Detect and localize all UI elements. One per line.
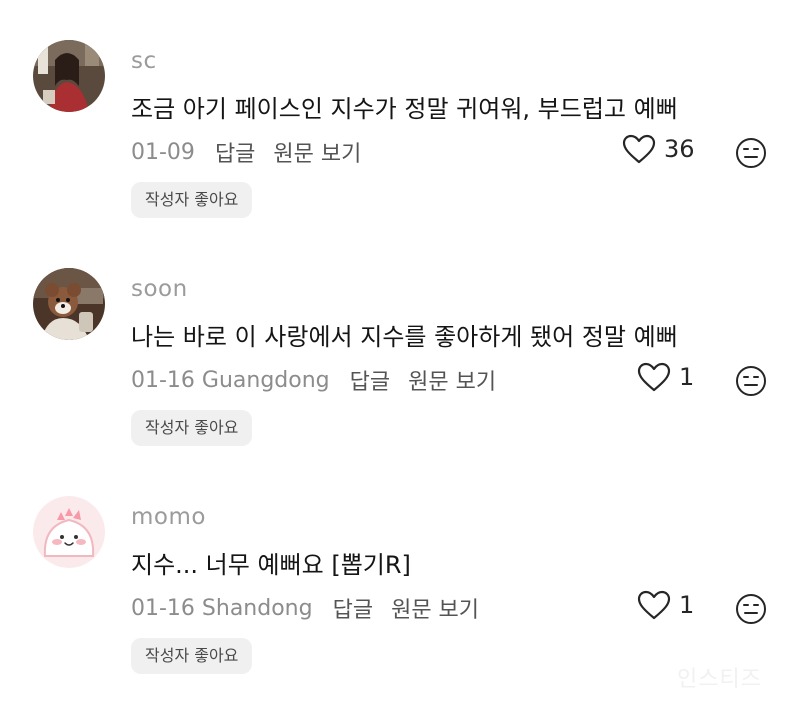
reply-button[interactable]: 답글 [333,592,373,624]
like-button[interactable]: 1 [637,362,694,392]
comment-date: 01-16 Guangdong [131,367,330,393]
reply-button[interactable]: 답글 [215,136,255,168]
watermark: 인스티즈 [677,667,762,692]
author-liked-badge: 작성자 좋아요 [131,638,253,674]
like-count: 1 [679,591,695,619]
comment-meta: 01-16 Guangdong 답글 원문 보기 [131,364,514,396]
comment-meta: 01-16 Shandong 답글 원문 보기 [131,592,497,624]
username[interactable]: momo [131,504,206,530]
username[interactable]: sc [131,48,157,74]
dislike-button[interactable] [735,365,767,397]
comment-item: soon 나는 바로 이 사랑에서 지수를 좋아하게 됐어 정말 예뻐 01-1… [0,228,800,446]
comment-date: 01-16 Shandong [131,595,313,621]
dislike-button[interactable] [735,593,767,625]
like-button[interactable]: 1 [637,590,694,620]
avatar[interactable] [33,40,105,112]
avatar-photo-puppy [33,268,105,340]
reply-button[interactable]: 답글 [350,364,390,396]
comment-text: 지수... 너무 예뻐요 [뽑기R] [131,551,411,579]
view-original-button[interactable]: 원문 보기 [391,592,479,624]
dislike-button[interactable] [735,137,767,169]
like-count: 36 [664,135,695,163]
author-liked-badge: 작성자 좋아요 [131,410,253,446]
comment-meta: 01-09 답글 원문 보기 [131,136,379,168]
comment-text: 나는 바로 이 사랑에서 지수를 좋아하게 됐어 정말 예뻐 [131,323,678,351]
comment-item: sc 조금 아기 페이스인 지수가 정말 귀여워, 부드럽고 예뻐 01-09 … [0,0,800,218]
like-button[interactable]: 36 [622,134,695,164]
meh-face-icon [736,138,766,168]
comment-item: momo 지수... 너무 예뻐요 [뽑기R] 01-16 Shandong 답… [0,456,800,674]
comment-text: 조금 아기 페이스인 지수가 정말 귀여워, 부드럽고 예뻐 [131,95,678,123]
avatar-cartoon-pink-dino [33,496,105,568]
comment-date: 01-09 [131,139,195,165]
heart-outline-icon [637,362,671,392]
username[interactable]: soon [131,276,188,302]
meh-face-icon [736,594,766,624]
avatar-photo-woman [33,40,105,112]
heart-outline-icon [622,134,656,164]
author-liked-badge: 작성자 좋아요 [131,182,253,218]
heart-outline-icon [637,590,671,620]
avatar[interactable] [33,496,105,568]
like-count: 1 [679,363,695,391]
view-original-button[interactable]: 원문 보기 [273,136,361,168]
view-original-button[interactable]: 원문 보기 [408,364,496,396]
meh-face-icon [736,366,766,396]
avatar[interactable] [33,268,105,340]
